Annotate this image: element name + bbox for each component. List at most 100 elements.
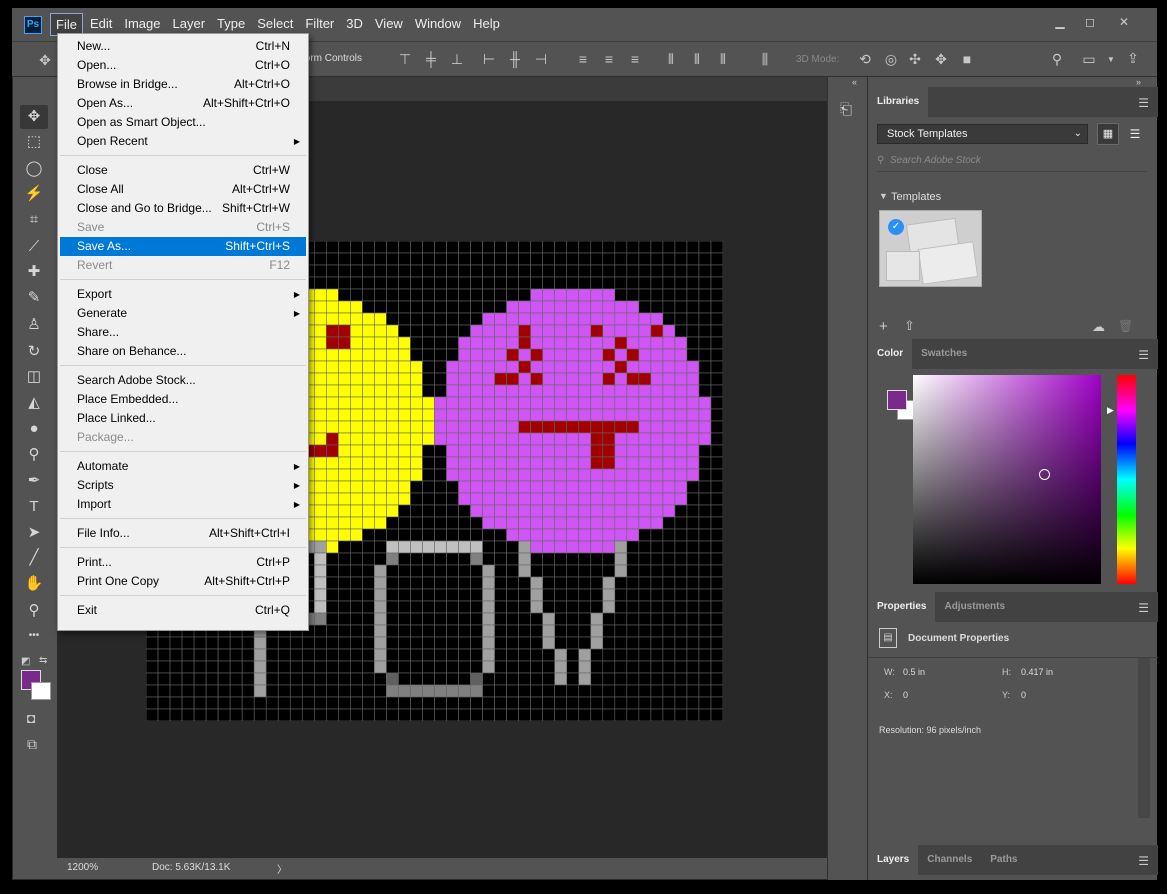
chevron-down-icon[interactable]: ▼ — [1102, 52, 1120, 68]
saturation-brightness-field[interactable] — [913, 375, 1101, 584]
menu-item-open-recent[interactable]: Open Recent ▶ — [60, 132, 306, 151]
menu-item-print[interactable]: Print... Ctrl+P — [60, 553, 306, 572]
move-tool-icon[interactable]: ✥ — [20, 105, 48, 129]
library-dropdown[interactable]: Stock Templates ⌄ — [877, 124, 1088, 144]
background-color-swatch[interactable] — [31, 682, 51, 700]
expand-dock-icon[interactable]: » — [1136, 77, 1141, 87]
panel-menu-icon[interactable]: ☰ — [1138, 854, 1149, 868]
menu-item-search-adobe-stock[interactable]: Search Adobe Stock... — [60, 371, 306, 390]
distribute-top-icon[interactable]: ≡ — [574, 51, 592, 67]
paint-bucket-tool-icon[interactable]: ◭ — [20, 391, 48, 415]
3d-roll-icon[interactable]: ◎ — [882, 51, 900, 67]
properties-scrollbar[interactable] — [1138, 658, 1150, 818]
search-icon[interactable]: ⚲ — [1048, 51, 1066, 67]
menu-item-package[interactable]: Package... — [60, 428, 306, 447]
tab-swatches[interactable]: Swatches — [912, 339, 976, 369]
panel-menu-icon[interactable]: ☰ — [1138, 601, 1149, 615]
menu-item-revert[interactable]: Revert F12 — [60, 256, 306, 275]
panel-menu-icon[interactable]: ☰ — [1138, 96, 1149, 110]
restore-button[interactable]: ◻ — [1076, 12, 1104, 32]
3d-camera-icon[interactable]: ■ — [958, 51, 976, 67]
tab-channels[interactable]: Channels — [918, 845, 981, 875]
width-value[interactable]: 0.5 in — [903, 667, 925, 677]
menu-item-file-info[interactable]: File Info... Alt+Shift+Ctrl+I — [60, 524, 306, 543]
tab-layers[interactable]: Layers — [868, 845, 919, 875]
3d-orbit-icon[interactable]: ⟲ — [856, 51, 874, 67]
distribute-hcenter-icon[interactable]: ⫴ — [688, 51, 706, 67]
default-colors-icon[interactable]: ◩ — [21, 656, 30, 667]
blur-tool-icon[interactable]: ● — [20, 417, 48, 441]
menu-item-open-as-smart-object[interactable]: Open as Smart Object... — [60, 113, 306, 132]
status-menu-arrow-icon[interactable]: 〉 — [277, 861, 287, 876]
stock-search-input[interactable]: ⚲ Search Adobe Stock — [877, 152, 1147, 172]
distribute-vcenter-icon[interactable]: ≡ — [600, 51, 618, 67]
align-bottom-icon[interactable]: ⊥ — [448, 51, 466, 67]
height-value[interactable]: 0.417 in — [1021, 667, 1053, 677]
list-view-icon[interactable]: ☰ — [1124, 123, 1146, 145]
quick-mask-icon[interactable]: ◘ — [27, 710, 35, 726]
3d-pan-icon[interactable]: ✣ — [906, 51, 924, 67]
more-tools-icon[interactable]: ••• — [20, 624, 48, 648]
menu-item-export[interactable]: Export ▶ — [60, 285, 306, 304]
auto-align-icon[interactable]: ⫼ — [756, 51, 774, 67]
tab-properties[interactable]: Properties — [868, 592, 936, 622]
menu-item-close-and-go-to-bridge[interactable]: Close and Go to Bridge... Shift+Ctrl+W — [60, 199, 306, 218]
panel-menu-icon[interactable]: ☰ — [1138, 348, 1149, 362]
add-icon[interactable]: + — [879, 318, 888, 335]
menu-item-browse-in-bridge[interactable]: Browse in Bridge... Alt+Ctrl+O — [60, 75, 306, 94]
pen-tool-icon[interactable]: ✒ — [20, 469, 48, 493]
screen-mode-icon[interactable]: ⧉ — [27, 736, 37, 753]
menu-item-new[interactable]: New... Ctrl+N — [60, 37, 306, 56]
menu-item-save-as[interactable]: Save As... Shift+Ctrl+S — [60, 237, 306, 256]
minimize-button[interactable]: ▁ — [1046, 12, 1074, 32]
template-thumbnail[interactable]: ✓ — [879, 210, 982, 287]
hue-slider[interactable] — [1117, 375, 1136, 584]
menu-item-open-as[interactable]: Open As... Alt+Shift+Ctrl+O — [60, 94, 306, 113]
collapse-dock-icon[interactable]: « — [852, 77, 857, 87]
type-tool-icon[interactable]: T — [20, 495, 48, 519]
show-transform-controls-label[interactable]: form Controls — [302, 53, 362, 64]
menu-item-close[interactable]: Close Ctrl+W — [60, 161, 306, 180]
trash-icon[interactable]: 🗑 — [1118, 319, 1133, 333]
menu-item-place-embedded[interactable]: Place Embedded... — [60, 390, 306, 409]
workspace-icon[interactable]: ▭ — [1080, 51, 1098, 67]
menu-item-place-linked[interactable]: Place Linked... — [60, 409, 306, 428]
menu-help[interactable]: Help — [468, 13, 505, 36]
menu-item-exit[interactable]: Exit Ctrl+Q — [60, 601, 306, 620]
x-value[interactable]: 0 — [903, 690, 908, 700]
tab-color[interactable]: Color — [868, 339, 913, 369]
upload-icon[interactable]: ⇧ — [904, 318, 915, 334]
menu-item-share[interactable]: Share... — [60, 323, 306, 342]
path-selection-tool-icon[interactable]: ➤ — [20, 521, 48, 545]
marquee-tool-icon[interactable]: ⬚ — [20, 130, 48, 154]
history-panel-icon[interactable]: ⎗ — [840, 101, 852, 118]
creative-cloud-icon[interactable]: ☁ — [1092, 319, 1105, 335]
align-vcenter-icon[interactable]: ╪ — [422, 51, 440, 67]
y-value[interactable]: 0 — [1021, 690, 1026, 700]
distribute-left-icon[interactable]: ⫴ — [662, 51, 680, 67]
zoom-level[interactable]: 1200% — [67, 862, 98, 873]
align-left-icon[interactable]: ⊢ — [480, 51, 498, 67]
align-hcenter-icon[interactable]: ╫ — [506, 51, 524, 67]
menu-view[interactable]: View — [370, 13, 408, 36]
color-foreground-swatch[interactable] — [887, 390, 907, 410]
tab-adjustments[interactable]: Adjustments — [935, 592, 1014, 622]
tab-libraries[interactable]: Libraries — [868, 87, 929, 117]
eyedropper-tool-icon[interactable]: ⟋ — [20, 235, 48, 259]
menu-item-scripts[interactable]: Scripts ▶ — [60, 476, 306, 495]
line-tool-icon[interactable]: ╱ — [20, 546, 48, 570]
menu-item-share-on-behance[interactable]: Share on Behance... — [60, 342, 306, 361]
grid-view-icon[interactable]: ▦ — [1097, 123, 1119, 145]
lasso-tool-icon[interactable]: ◯ — [20, 157, 48, 181]
magic-wand-tool-icon[interactable]: ⚡ — [20, 182, 48, 206]
align-top-icon[interactable]: ⊤ — [396, 51, 414, 67]
3d-slide-icon[interactable]: ✥ — [932, 51, 950, 67]
tab-paths[interactable]: Paths — [981, 845, 1026, 875]
brush-tool-icon[interactable]: ✎ — [20, 286, 48, 310]
menu-3d[interactable]: 3D — [341, 13, 368, 36]
dodge-tool-icon[interactable]: ⚲ — [20, 443, 48, 467]
menu-item-save[interactable]: Save Ctrl+S — [60, 218, 306, 237]
menu-item-open[interactable]: Open... Ctrl+O — [60, 56, 306, 75]
menu-item-close-all[interactable]: Close All Alt+Ctrl+W — [60, 180, 306, 199]
menu-item-automate[interactable]: Automate ▶ — [60, 457, 306, 476]
